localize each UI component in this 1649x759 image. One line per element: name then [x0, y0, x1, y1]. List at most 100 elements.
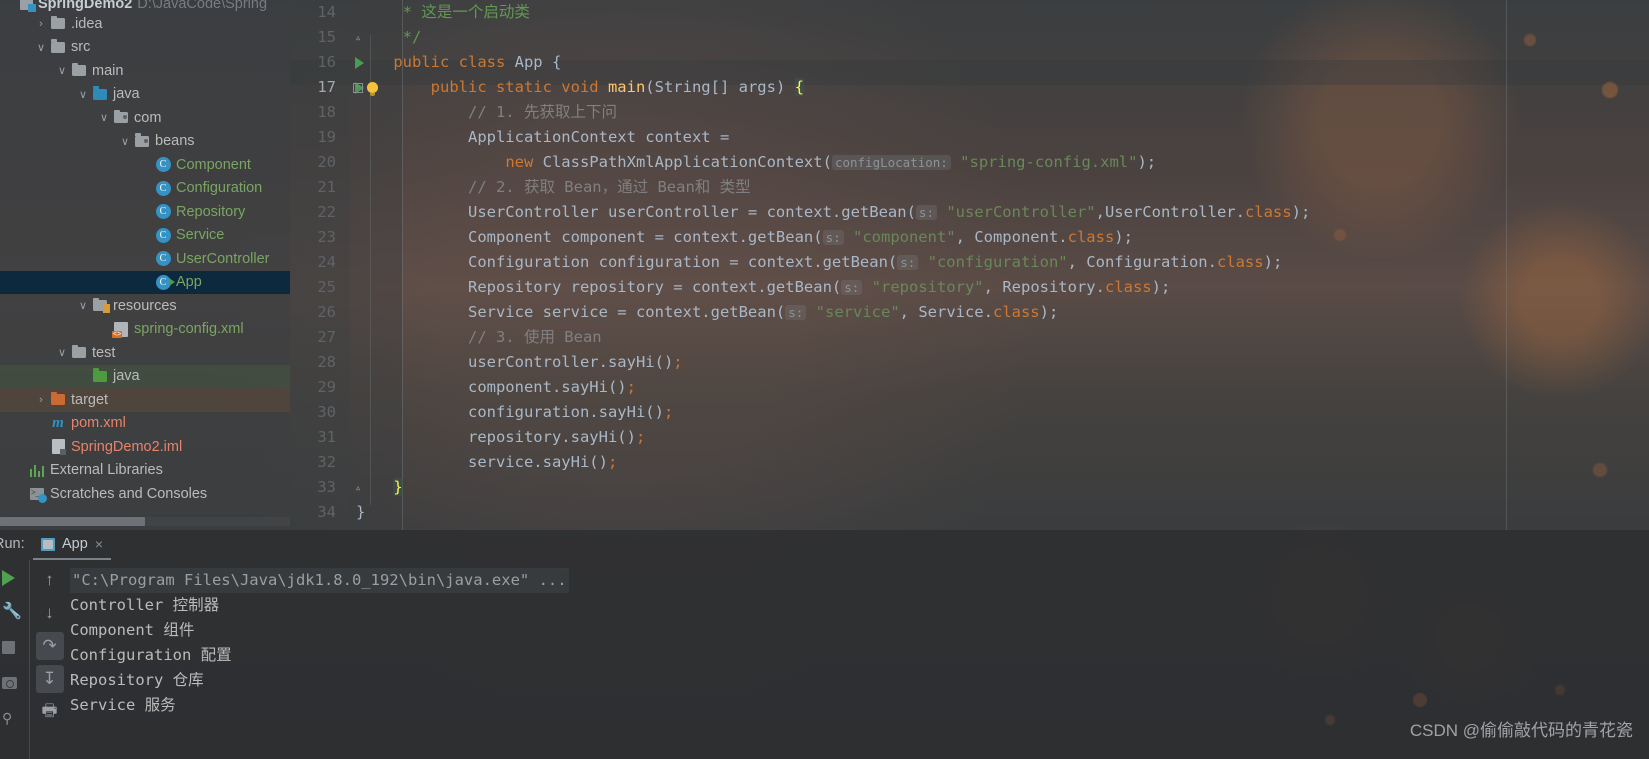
- project-horizontal-scrollbar[interactable]: [0, 517, 290, 526]
- chevron-down-icon[interactable]: ∨: [75, 88, 91, 101]
- project-tree[interactable]: › .idea ∨ src ∨ main ∨ java ∨ com ∨ beans C Component…: [0, 12, 290, 506]
- tree-item-scratches-and-consoles[interactable]: >_ Scratches and Consoles: [0, 482, 290, 506]
- tree-item-spring-config-xml[interactable]: spring-config.xml: [0, 318, 290, 342]
- code-token: "configuration": [918, 253, 1068, 271]
- tree-item-test[interactable]: ∨ test: [0, 341, 290, 365]
- code-token: ,UserController.: [1095, 203, 1245, 221]
- line-number: 20: [317, 153, 336, 171]
- tree-item-label: test: [92, 344, 116, 361]
- tree-item-beans[interactable]: ∨ beans: [0, 130, 290, 154]
- code-text: ApplicationContext context =: [356, 125, 729, 150]
- code-token: {: [794, 78, 804, 96]
- tree-item-resources[interactable]: ∨ resources: [0, 294, 290, 318]
- run-actions-sidebar[interactable]: 🔧 ⚲: [0, 560, 28, 759]
- tree-item-label: resources: [113, 297, 177, 314]
- code-text: repository.sayHi();: [356, 425, 645, 450]
- tree-item-label: Service: [176, 227, 225, 243]
- code-line-34[interactable]: 34}: [290, 500, 1649, 525]
- camera-icon[interactable]: [0, 665, 28, 700]
- tree-item-label: main: [92, 62, 124, 79]
- code-line-30[interactable]: 30 configuration.sayHi();: [290, 400, 1649, 425]
- scroll-down-icon[interactable]: ↓: [36, 599, 64, 627]
- java-class-icon: C: [155, 227, 171, 243]
- line-number: 25: [317, 278, 336, 296]
- chevron-down-icon[interactable]: ∨: [54, 64, 70, 77]
- line-number: 27: [317, 328, 336, 346]
- tree-item-service[interactable]: C Service: [0, 224, 290, 248]
- code-line-24[interactable]: 24 Configuration configuration = context…: [290, 250, 1649, 275]
- code-token: ;: [626, 378, 636, 396]
- tree-item-springdemo2-iml[interactable]: SpringDemo2.iml: [0, 435, 290, 459]
- tree-item-java[interactable]: ∨ java: [0, 83, 290, 107]
- run-tool-window[interactable]: Run: App × 🔧 ⚲ ↑ ↓ ↷ ↧ 🖶 "C:\Program Fil…: [0, 530, 1649, 759]
- chevron-down-icon[interactable]: ∨: [54, 346, 70, 359]
- console-toolbar[interactable]: ↑ ↓ ↷ ↧ 🖶: [29, 560, 69, 759]
- stop-icon[interactable]: [0, 630, 28, 665]
- code-line-15[interactable]: 15 ▵ */: [290, 25, 1649, 50]
- tree-item-configuration[interactable]: C Configuration: [0, 177, 290, 201]
- tree-item-java[interactable]: java: [0, 364, 290, 388]
- chevron-down-icon[interactable]: ∨: [75, 299, 91, 312]
- chevron-down-icon[interactable]: ∨: [117, 135, 133, 148]
- code-token: service.sayHi(): [356, 453, 608, 471]
- tree-item-usercontroller[interactable]: C UserController: [0, 247, 290, 271]
- tree-item-src[interactable]: ∨ src: [0, 36, 290, 60]
- code-line-31[interactable]: 31 repository.sayHi();: [290, 425, 1649, 450]
- chevron-down-icon[interactable]: ∨: [33, 41, 49, 54]
- chevron-right-icon[interactable]: ›: [33, 394, 49, 406]
- code-token: Component component = context.getBean(: [356, 228, 823, 246]
- code-line-28[interactable]: 28 userController.sayHi();: [290, 350, 1649, 375]
- rerun-icon[interactable]: [0, 560, 28, 595]
- java-class-icon: C: [155, 180, 171, 196]
- pin-icon[interactable]: ⚲: [0, 700, 28, 735]
- tree-item-label: Configuration: [176, 180, 263, 196]
- tree-item-repository[interactable]: C Repository: [0, 200, 290, 224]
- code-line-26[interactable]: 26 Service service = context.getBean(s: …: [290, 300, 1649, 325]
- tree-item-target[interactable]: › target: [0, 388, 290, 412]
- chevron-down-icon[interactable]: ∨: [96, 111, 112, 124]
- code-line-32[interactable]: 32 service.sayHi();: [290, 450, 1649, 475]
- code-line-16[interactable]: 16 public class App {: [290, 50, 1649, 75]
- chevron-right-icon[interactable]: ›: [33, 18, 49, 30]
- code-line-33[interactable]: 33 ▵ }: [290, 475, 1649, 500]
- code-line-29[interactable]: 29 component.sayHi();: [290, 375, 1649, 400]
- tree-item-pom-xml[interactable]: m pom.xml: [0, 412, 290, 436]
- code-line-21[interactable]: 21 // 2. 获取 Bean，通过 Bean和 类型: [290, 175, 1649, 200]
- code-line-22[interactable]: 22 UserController userController = conte…: [290, 200, 1649, 225]
- java-runnable-class-icon: C: [155, 274, 175, 290]
- code-text: userController.sayHi();: [356, 350, 683, 375]
- code-token: class: [992, 303, 1040, 321]
- code-line-27[interactable]: 27 // 3. 使用 Bean: [290, 325, 1649, 350]
- tree-item-app[interactable]: C App: [0, 270, 290, 294]
- close-icon[interactable]: ×: [95, 536, 103, 552]
- tree-item-com[interactable]: ∨ com: [0, 106, 290, 130]
- tree-item-label: pom.xml: [71, 415, 126, 431]
- code-editor[interactable]: 14 * 这是一个启动类 15 ▵ */16 public class App {1…: [290, 0, 1649, 530]
- tree-item-label: com: [134, 109, 162, 126]
- code-line-23[interactable]: 23 Component component = context.getBean…: [290, 225, 1649, 250]
- print-icon[interactable]: 🖶: [36, 698, 64, 726]
- code-line-17[interactable]: 17− public static void main(String[] arg…: [290, 75, 1649, 100]
- line-number: 24: [317, 253, 336, 271]
- code-line-18[interactable]: 18 // 1. 先获取上下问: [290, 100, 1649, 125]
- tree-item-component[interactable]: C Component: [0, 153, 290, 177]
- code-lines[interactable]: 14 * 这是一个启动类 15 ▵ */16 public class App {1…: [290, 0, 1649, 530]
- code-line-20[interactable]: 20 new ClassPathXmlApplicationContext(co…: [290, 150, 1649, 175]
- code-token: );: [1114, 228, 1133, 246]
- scroll-to-end-icon[interactable]: ↧: [35, 665, 64, 693]
- settings-wrench-icon[interactable]: 🔧: [0, 595, 28, 630]
- tree-item--idea[interactable]: › .idea: [0, 12, 290, 36]
- run-tab-app[interactable]: App ×: [33, 530, 111, 560]
- code-line-19[interactable]: 19 ApplicationContext context =: [290, 125, 1649, 150]
- code-line-14[interactable]: 14 * 这是一个启动类: [290, 0, 1649, 25]
- code-token: App {: [514, 53, 562, 71]
- tree-item-main[interactable]: ∨ main: [0, 59, 290, 83]
- scroll-up-icon[interactable]: ↑: [36, 566, 64, 594]
- console-line: "C:\Program Files\Java\jdk1.8.0_192\bin\…: [70, 568, 569, 593]
- tree-item-external-libraries[interactable]: External Libraries: [0, 459, 290, 483]
- code-line-25[interactable]: 25 Repository repository = context.getBe…: [290, 275, 1649, 300]
- project-tool-window[interactable]: SpringDemo2 D:\JavaCode\Spring › .idea ∨ sr…: [0, 0, 290, 530]
- soft-wrap-icon[interactable]: ↷: [35, 632, 64, 660]
- code-text: configuration.sayHi();: [356, 400, 673, 425]
